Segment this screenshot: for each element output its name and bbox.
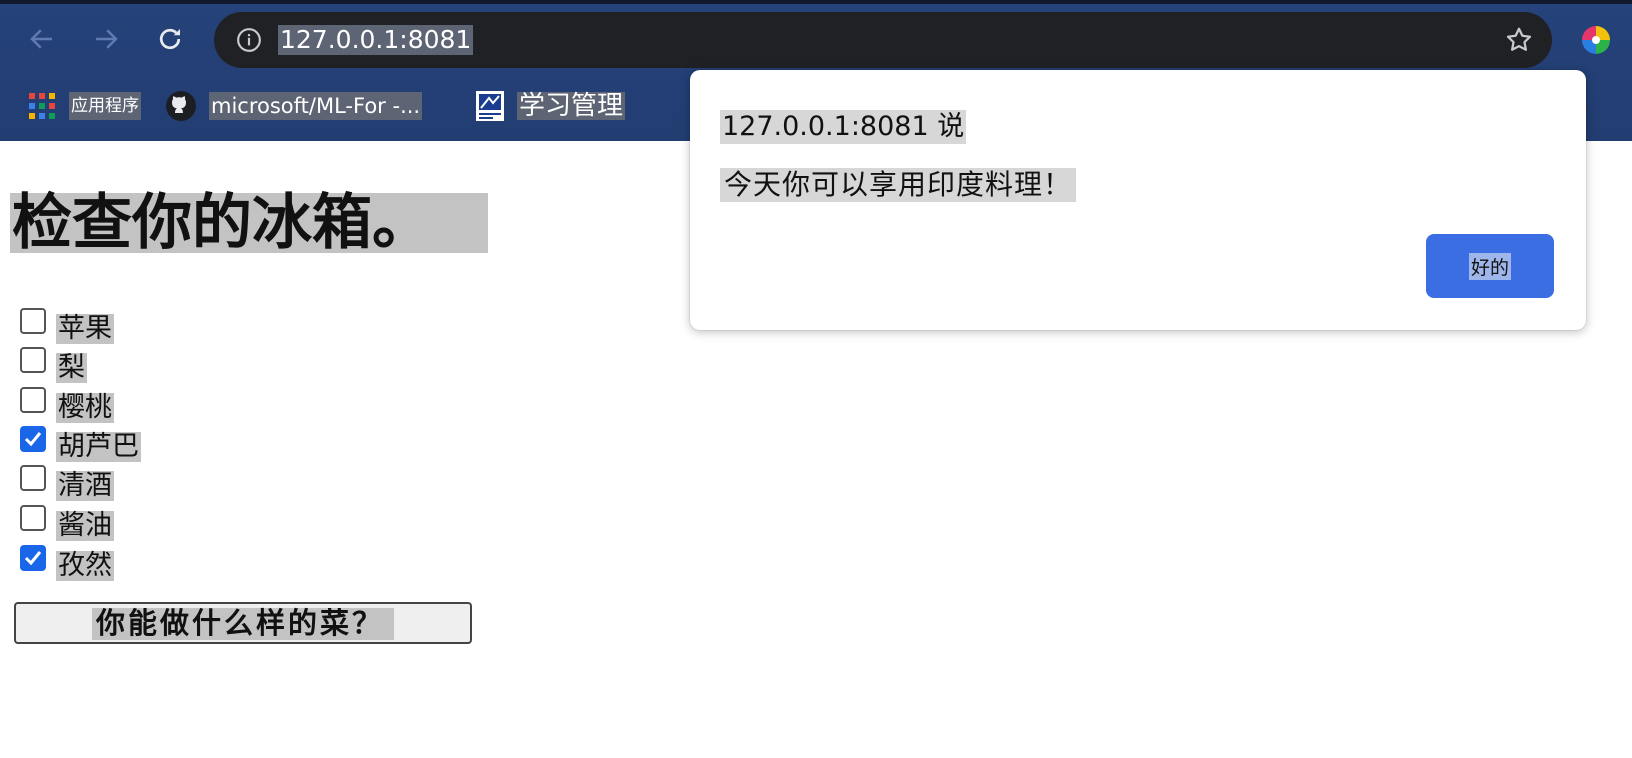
extension-color-wheel-icon[interactable] — [1580, 24, 1612, 60]
ingredient-label: 胡芦巴 — [56, 431, 141, 462]
ingredient-label: 孜然 — [56, 550, 114, 581]
ingredient-label: 酱油 — [56, 510, 114, 541]
checkmark-icon — [24, 551, 42, 566]
what-can-i-cook-button[interactable]: 你能做什么样的菜？ — [14, 602, 472, 644]
bookmark-apps-label: 应用程序 — [69, 92, 141, 120]
forward-button[interactable] — [89, 22, 123, 56]
ingredient-label: 苹果 — [56, 313, 114, 344]
ingredient-checkbox[interactable] — [20, 347, 46, 373]
what-can-i-cook-label: 你能做什么样的菜？ — [91, 608, 394, 640]
bookmark-apps[interactable]: 应用程序 — [29, 84, 141, 128]
apps-grid-icon — [29, 93, 55, 119]
url-text[interactable]: 127.0.0.1:8081 — [278, 25, 474, 55]
forward-arrow-icon — [96, 29, 118, 49]
github-icon — [166, 91, 196, 121]
ingredient-item[interactable]: 梨 — [20, 345, 87, 383]
bookmark-learning-label: 学习管理 — [517, 91, 626, 121]
reload-icon — [159, 28, 181, 50]
back-button[interactable] — [25, 22, 59, 56]
ingredient-checkbox[interactable] — [20, 308, 46, 334]
ingredient-item[interactable]: 胡芦巴 — [20, 424, 141, 462]
dialog-message: 今天你可以享用印度料理！ — [720, 168, 1077, 202]
bookmark-favicon — [476, 91, 504, 121]
site-info-icon[interactable] — [236, 27, 262, 57]
ingredient-item[interactable]: 酱油 — [20, 503, 114, 541]
ingredient-checkbox[interactable] — [20, 465, 46, 491]
ingredient-checkbox[interactable] — [20, 505, 46, 531]
ingredient-label: 清酒 — [56, 470, 114, 501]
address-bar[interactable]: 127.0.0.1:8081 — [214, 12, 1552, 68]
ok-button[interactable]: 好的 — [1426, 234, 1554, 298]
ingredient-label: 梨 — [56, 352, 87, 383]
bookmark-github[interactable]: microsoft/ML-For -... — [165, 84, 423, 128]
reload-button[interactable] — [153, 22, 187, 56]
checkmark-icon — [24, 432, 42, 447]
page-title: 检查你的冰箱。 — [10, 193, 488, 253]
tab-strip-edge — [0, 0, 1632, 4]
alert-dialog: 127.0.0.1:8081 说 今天你可以享用印度料理！ 好的 — [690, 70, 1586, 330]
bookmark-learning[interactable]: 学习管理 — [475, 84, 626, 128]
bookmark-star-icon[interactable] — [1504, 25, 1534, 59]
ingredient-item[interactable]: 樱桃 — [20, 385, 114, 423]
ingredient-item[interactable]: 苹果 — [20, 306, 114, 344]
ok-button-label: 好的 — [1468, 252, 1511, 280]
ingredient-checkbox[interactable] — [20, 545, 46, 571]
ingredient-checkbox[interactable] — [20, 387, 46, 413]
back-arrow-icon — [30, 29, 52, 49]
ingredient-item[interactable]: 清酒 — [20, 463, 114, 501]
ingredient-checkbox[interactable] — [20, 426, 46, 452]
dialog-origin: 127.0.0.1:8081 说 — [720, 110, 967, 144]
ingredient-label: 樱桃 — [56, 392, 114, 423]
bookmark-github-label: microsoft/ML-For -... — [209, 92, 423, 120]
ingredient-item[interactable]: 孜然 — [20, 543, 114, 581]
